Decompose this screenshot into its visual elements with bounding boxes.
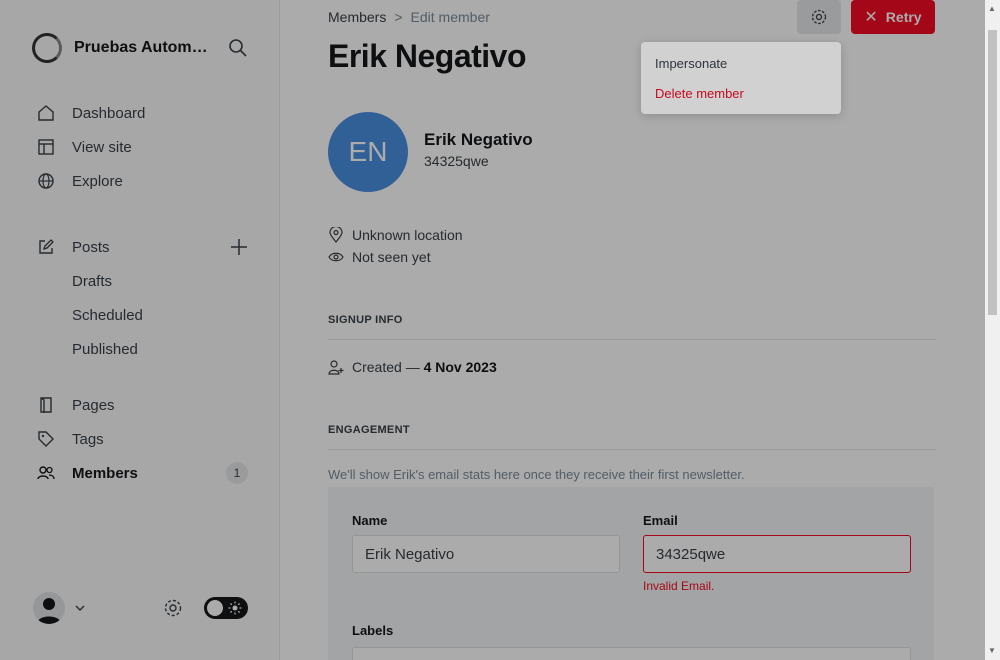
page-scrollbar[interactable]: ▲ ▼ [985, 0, 1000, 660]
delete-member-menu-item[interactable]: Delete member [655, 86, 744, 101]
member-actions-dropdown: Impersonate Delete member [641, 42, 841, 114]
scroll-thumb[interactable] [988, 30, 997, 315]
scroll-down-arrow-icon[interactable]: ▼ [988, 646, 996, 655]
scroll-up-arrow-icon[interactable]: ▲ [988, 4, 996, 13]
impersonate-menu-item[interactable]: Impersonate [655, 56, 727, 71]
